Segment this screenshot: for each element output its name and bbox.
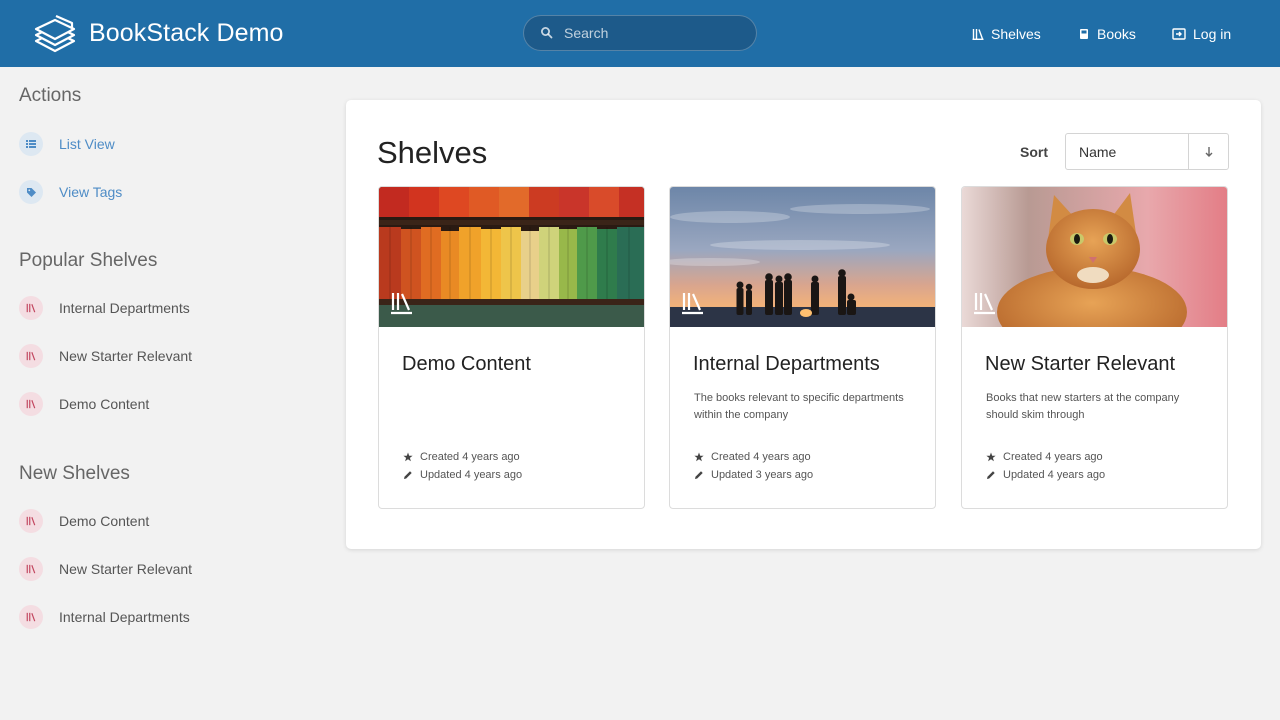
popular-shelf-item[interactable]: Demo Content <box>19 391 149 417</box>
shelf-name[interactable]: Internal Departments <box>693 353 880 376</box>
actions-heading: Actions <box>19 85 82 106</box>
new-shelf-label: Demo Content <box>59 513 150 529</box>
star-icon <box>694 452 704 462</box>
list-view-action[interactable]: List View <box>19 131 115 157</box>
nav-books-label: Books <box>1097 26 1136 42</box>
popular-shelf-label: Demo Content <box>59 396 150 412</box>
sort-label: Sort <box>1020 144 1048 160</box>
bookstack-logo-icon[interactable] <box>34 14 76 54</box>
shelves-icon <box>972 29 984 40</box>
popular-shelf-label: New Starter Relevant <box>59 348 193 364</box>
sort-select[interactable]: Name <box>1065 133 1189 170</box>
nav-shelves-label: Shelves <box>991 26 1041 42</box>
bookshelf-icon <box>974 293 995 315</box>
shelf-cover-image <box>379 187 644 327</box>
view-tags-action[interactable]: View Tags <box>19 179 122 205</box>
shelf-cover-image <box>670 187 935 327</box>
created-text: Created 4 years ago <box>1003 451 1103 463</box>
shelf-cover-image <box>962 187 1227 327</box>
shelves-panel: Shelves Sort Name Demo Content Created 4… <box>346 100 1261 549</box>
tag-icon <box>19 180 43 204</box>
sort-select-value: Name <box>1079 143 1117 160</box>
updated-text: Updated 4 years ago <box>420 469 523 481</box>
login-icon <box>1172 28 1186 40</box>
popular-shelf-item[interactable]: Internal Departments <box>19 295 190 321</box>
bookshelf-icon <box>19 296 43 320</box>
new-shelf-item[interactable]: Demo Content <box>19 508 149 534</box>
arrow-down-icon <box>1205 146 1212 157</box>
top-header: BookStack Demo Shelves Books Log in <box>0 0 1280 67</box>
nav-login-link[interactable]: Log in <box>1172 24 1231 44</box>
list-view-label: List View <box>59 136 115 152</box>
new-shelves-heading: New Shelves <box>19 463 130 484</box>
shelf-card[interactable]: New Starter Relevant Books that new star… <box>961 186 1228 509</box>
bookshelf-icon <box>19 392 43 416</box>
search-input[interactable] <box>564 16 749 50</box>
updated-text: Updated 4 years ago <box>1003 469 1106 481</box>
new-shelf-label: New Starter Relevant <box>59 561 193 577</box>
shelf-created: Created 4 years ago <box>403 451 520 463</box>
shelf-updated: Updated 3 years ago <box>694 469 813 481</box>
shelf-card[interactable]: Internal Departments The books relevant … <box>669 186 936 509</box>
shelf-name[interactable]: New Starter Relevant <box>985 353 1175 376</box>
view-tags-label: View Tags <box>59 184 123 200</box>
star-icon <box>403 452 413 462</box>
sort-direction-button[interactable] <box>1188 133 1229 170</box>
bookshelf-icon <box>19 557 43 581</box>
search-box[interactable] <box>523 15 757 51</box>
page-title: Shelves <box>377 135 488 170</box>
bookshelf-icon <box>19 509 43 533</box>
pencil-icon <box>404 471 412 479</box>
popular-shelf-label: Internal Departments <box>59 300 190 316</box>
shelf-created: Created 4 years ago <box>694 451 811 463</box>
app-title[interactable]: BookStack Demo <box>89 19 284 48</box>
new-shelf-label: Internal Departments <box>59 609 190 625</box>
shelf-description: The books relevant to specific departmen… <box>694 392 904 421</box>
nav-shelves-link[interactable]: Shelves <box>972 24 1041 44</box>
bookshelf-icon <box>19 605 43 629</box>
nav-login-label: Log in <box>1193 26 1232 42</box>
shelf-updated: Updated 4 years ago <box>403 469 522 481</box>
shelf-updated: Updated 4 years ago <box>986 469 1105 481</box>
book-icon <box>1080 29 1088 39</box>
nav-books-link[interactable]: Books <box>1078 24 1136 44</box>
shelf-created: Created 4 years ago <box>986 451 1103 463</box>
new-shelf-item[interactable]: Internal Departments <box>19 604 190 630</box>
bookshelf-icon <box>19 344 43 368</box>
popular-shelves-heading: Popular Shelves <box>19 250 158 271</box>
search-icon <box>541 27 553 39</box>
updated-text: Updated 3 years ago <box>711 469 814 481</box>
shelf-name[interactable]: Demo Content <box>402 353 531 376</box>
bookshelf-icon <box>682 293 703 315</box>
shelf-description: Books that new starters at the company s… <box>986 392 1180 421</box>
list-icon <box>19 132 43 156</box>
new-shelf-item[interactable]: New Starter Relevant <box>19 556 192 582</box>
pencil-icon <box>987 471 995 479</box>
shelf-card[interactable]: Demo Content Created 4 years ago Updated… <box>378 186 645 509</box>
created-text: Created 4 years ago <box>711 451 811 463</box>
pencil-icon <box>695 471 703 479</box>
star-icon <box>986 452 996 462</box>
popular-shelf-item[interactable]: New Starter Relevant <box>19 343 192 369</box>
bookshelf-icon <box>391 293 412 315</box>
created-text: Created 4 years ago <box>420 451 520 463</box>
